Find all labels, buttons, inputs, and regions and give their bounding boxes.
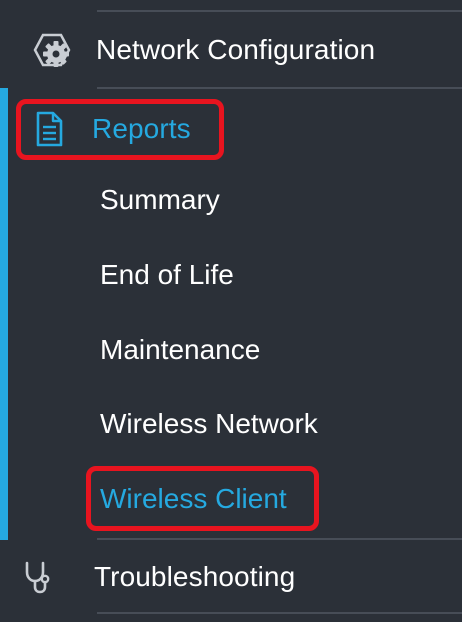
submenu-item-label: Summary bbox=[100, 184, 220, 215]
submenu-item-label: Wireless Network bbox=[100, 408, 318, 439]
sidebar-item-label: Network Configuration bbox=[96, 34, 376, 65]
gear-icon bbox=[28, 28, 76, 72]
separator bbox=[97, 612, 462, 614]
submenu-item-wireless-network[interactable]: Wireless Network bbox=[100, 404, 318, 444]
stethoscope-icon bbox=[22, 559, 54, 595]
submenu-item-summary[interactable]: Summary bbox=[100, 180, 220, 220]
sidebar-item-label: Troubleshooting bbox=[94, 561, 296, 592]
highlight-annotation bbox=[86, 466, 319, 531]
submenu-item-maintenance[interactable]: Maintenance bbox=[100, 330, 260, 370]
submenu-item-label: End of Life bbox=[100, 259, 234, 290]
submenu-item-label: Maintenance bbox=[100, 334, 261, 365]
submenu-item-end-of-life[interactable]: End of Life bbox=[100, 255, 234, 295]
separator bbox=[97, 87, 462, 89]
active-section-indicator bbox=[0, 88, 8, 540]
separator bbox=[97, 10, 462, 12]
highlight-annotation bbox=[16, 99, 224, 160]
sidebar-item-network-configuration[interactable]: Network Configuration bbox=[28, 28, 375, 72]
sidebar-item-troubleshooting[interactable]: Troubleshooting bbox=[22, 556, 295, 598]
separator bbox=[97, 538, 462, 540]
sidebar-nav: Network Configuration Reports Summary En… bbox=[0, 0, 462, 622]
